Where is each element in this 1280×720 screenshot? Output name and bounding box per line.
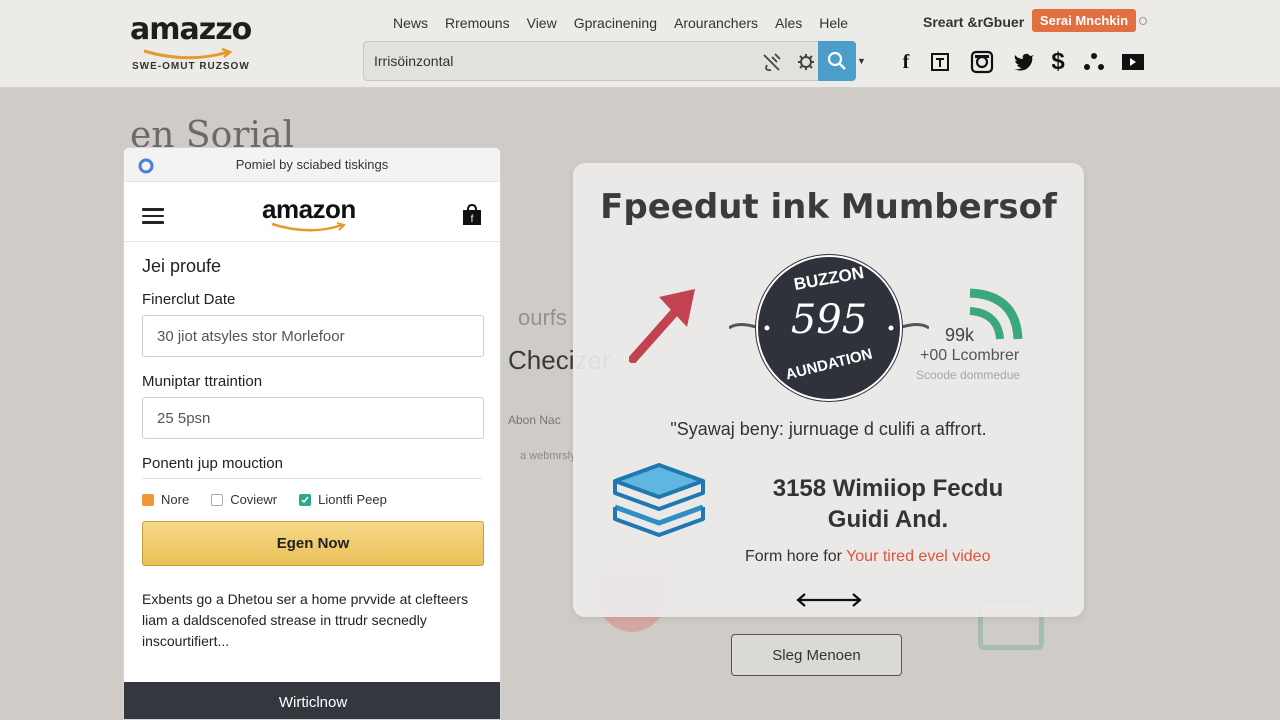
mobile-form: Jei proufe Finerclut Date Muniptar ttrai… <box>124 256 500 652</box>
site-logo[interactable]: amazzo SWE-OMUT RUZSOW <box>130 12 252 72</box>
checkbox-option-2[interactable]: Coviewr <box>211 492 277 507</box>
google-icon <box>138 158 154 174</box>
checkbox-label: Nore <box>161 492 190 507</box>
checkbox-option-1[interactable]: Nore <box>142 492 189 507</box>
checkbox-label: Coviewr <box>230 492 278 507</box>
card-heading-line-1: 3158 Wimiiop Fecdu <box>772 475 1004 502</box>
search-button[interactable] <box>818 41 856 81</box>
mobile-footer-button[interactable]: Wirticlnow <box>124 682 500 719</box>
checkbox-label: Liontfi Peep <box>318 492 387 507</box>
open-now-button[interactable]: Egen Now <box>142 521 484 566</box>
card-video-link[interactable]: Your tired evel video <box>846 548 990 565</box>
dots-icon[interactable] <box>1082 50 1106 74</box>
card-title: Fpeedut ink Mumbersof <box>600 187 1057 227</box>
background-text: ourfs <box>518 305 567 330</box>
top-header: amazzo SWE-OMUT RUZSOW News Rremouns Vie… <box>0 0 1280 88</box>
stat-caption: Scoode dommedue <box>916 368 1021 382</box>
svg-text:f: f <box>471 214 474 225</box>
nav-item-2[interactable]: Rremouns <box>445 15 510 31</box>
nav-item-news[interactable]: News <box>393 15 428 31</box>
twitter-icon[interactable] <box>1012 50 1036 74</box>
signin-button[interactable]: Serai Mnchkin <box>1032 9 1136 32</box>
stat-number: 99k <box>945 325 975 345</box>
duration-field[interactable] <box>142 397 484 439</box>
nav-item-view[interactable]: View <box>527 15 557 31</box>
search-input[interactable] <box>374 50 754 72</box>
secondary-button[interactable]: Sleg Menoen <box>731 634 902 676</box>
double-arrow-icon[interactable] <box>795 591 863 609</box>
card-heading-line-2: Guidi And. <box>827 506 949 533</box>
field-label-date: Finerclut Date <box>142 291 236 308</box>
settings-icon[interactable] <box>796 52 816 72</box>
document-icon[interactable] <box>928 50 952 74</box>
background-caption: Abon Nac <box>508 413 561 427</box>
menu-icon[interactable] <box>142 208 164 228</box>
checkbox-icon[interactable] <box>142 493 154 506</box>
account-link[interactable]: Sreart &rGbuer <box>923 14 1024 30</box>
top-nav: News Rremouns View Gpracinening Arouranc… <box>393 15 848 31</box>
form-section-title: Jei proufe <box>142 256 222 276</box>
mobile-form-panel: Pomiel by sciabed tiskings amazon f Jei … <box>123 147 501 720</box>
badge: BUZZON 595 AUNDATION <box>728 253 930 403</box>
badge-number: 595 <box>790 297 868 343</box>
stat-label: +00 Lcombrer <box>920 347 1020 364</box>
shopping-bag-icon[interactable]: f <box>462 204 482 226</box>
background-caption-2: a webmrsly <box>520 450 576 462</box>
logo-text: amazzo <box>130 12 252 47</box>
promo-card: Fpeedut ink Mumbersof BUZZON 595 AUNDATI… <box>573 163 1084 617</box>
logo-tagline: SWE-OMUT RUZSOW <box>132 61 250 72</box>
status-dot-icon <box>1139 17 1147 25</box>
nav-item-4[interactable]: Gpracinening <box>574 15 657 31</box>
nav-item-help[interactable]: Hele <box>819 15 848 31</box>
checkbox-checked-icon[interactable] <box>299 493 312 506</box>
dollar-icon[interactable]: $ <box>1046 48 1070 75</box>
divider <box>142 478 482 479</box>
nav-item-6[interactable]: Ales <box>775 15 802 31</box>
nav-item-5[interactable]: Arouranchers <box>674 15 758 31</box>
mobile-logo[interactable]: amazon <box>262 194 356 225</box>
facebook-icon[interactable]: f <box>894 50 918 74</box>
signal-icon <box>969 288 1023 340</box>
instagram-icon[interactable] <box>970 50 994 74</box>
search-bar <box>363 41 821 81</box>
card-subtext: Form hore for Your tired evel video <box>745 548 990 566</box>
card-quote: "Syawaj beny: jurnuage d culifi a affror… <box>670 419 987 439</box>
mobile-header: amazon f <box>124 182 500 242</box>
checkbox-icon[interactable] <box>211 493 224 506</box>
chevron-down-icon[interactable]: ▼ <box>857 56 866 66</box>
card-subtext-prefix: Form hore for <box>745 548 847 565</box>
search-icon <box>827 51 846 70</box>
checkbox-group: Nore Coviewr Liontfi Peep <box>142 492 482 507</box>
date-field[interactable] <box>142 315 484 357</box>
form-description: Exbents go a Dhetou ser a home prvvide a… <box>142 591 469 649</box>
mobile-topbar: Pomiel by sciabed tiskings <box>124 148 500 182</box>
checkbox-option-3[interactable]: Liontfi Peep <box>299 492 387 507</box>
field-label-duration: Muniptar ttraintion <box>142 373 263 390</box>
mic-icon[interactable] <box>761 51 783 73</box>
logo-smile-icon <box>143 48 233 60</box>
mobile-top-note: Pomiel by sciabed tiskings <box>235 157 389 172</box>
logo-smile-icon <box>271 222 346 232</box>
field-label-options: Ponentı jup mouction <box>142 455 283 472</box>
stacked-books-icon <box>613 463 705 537</box>
arrow-up-right-icon <box>629 289 695 363</box>
card-heading: 3158 Wimiiop Fecdu Guidi And. <box>723 473 1053 535</box>
video-icon[interactable] <box>1121 50 1145 74</box>
